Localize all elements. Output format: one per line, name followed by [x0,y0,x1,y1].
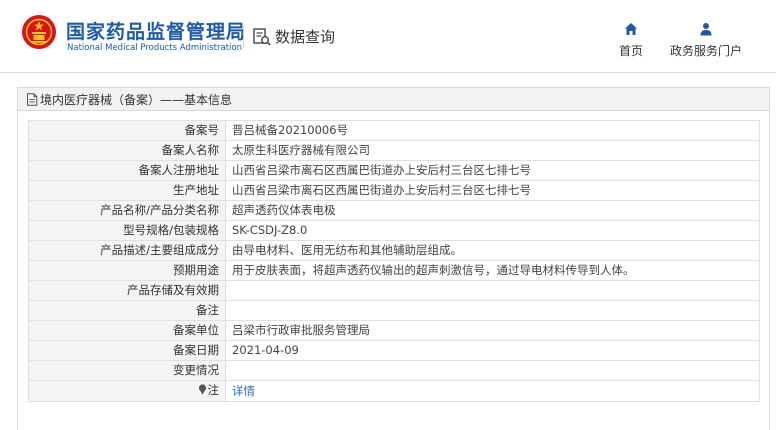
note-label: 注 [207,383,220,397]
detail-link[interactable]: 详情 [232,384,255,398]
field-label: 产品描述/主要组成成分 [28,240,226,261]
pin-icon [198,382,207,401]
user-icon [700,23,712,36]
national-emblem-icon [22,15,56,49]
table-row: 生产地址 山西省吕梁市离石区西属巴街道办上安后村三台区七排七号 [28,180,760,201]
field-value: 超声透药仪体表电极 [225,200,760,221]
note-label-cell: 注 [28,380,226,402]
table-row: 备案单位 吕梁市行政审批服务管理局 [28,320,760,341]
field-value: 2021-04-09 [225,340,760,361]
table-row: 备案人名称 太原生科医疗器械有限公司 [28,140,760,161]
header-divider [243,26,244,48]
field-label: 变更情况 [28,360,226,381]
table-row: 备注 [28,300,760,321]
table-row: 产品名称/产品分类名称 超声透药仪体表电极 [28,200,760,221]
field-value: 山西省吕梁市离石区西属巴街道办上安后村三台区七排七号 [225,160,760,181]
record-table: 备案号 晋吕械备20210006号 备案人名称 太原生科医疗器械有限公司 备案人注册地址… [28,120,760,402]
field-label: 型号规格/包装规格 [28,220,226,241]
document-icon [27,92,38,106]
field-value: 山西省吕梁市离石区西属巴街道办上安后村三台区七排七号 [225,180,760,201]
data-query-title[interactable]: 数据查询 [252,26,335,47]
field-label: 备案单位 [28,320,226,341]
field-label: 备案人注册地址 [28,160,226,181]
field-label: 备注 [28,300,226,321]
nav-service-portal[interactable]: 政务服务门户 [667,20,745,59]
field-value: SK-CSDJ-Z8.0 [225,220,760,241]
table-row: 备案日期 2021-04-09 [28,340,760,361]
table-row: 备案号 晋吕械备20210006号 [28,120,760,141]
field-label: 生产地址 [28,180,226,201]
data-search-icon [253,27,271,46]
panel-title: 境内医疗器械（备案）——基本信息 [18,88,769,111]
field-value [225,280,760,301]
table-row: 备案人注册地址 山西省吕梁市离石区西属巴街道办上安后村三台区七排七号 [28,160,760,181]
field-value [225,300,760,321]
field-label: 预期用途 [28,260,226,281]
brand-name-cn[interactable]: 国家药品监督管理局 [66,17,246,44]
nav-home[interactable]: 首页 [612,20,650,59]
field-label: 备案人名称 [28,140,226,161]
nav-portal-label: 政务服务门户 [669,44,742,58]
data-query-label: 数据查询 [275,28,336,46]
home-icon [625,23,637,35]
field-value: 晋吕械备20210006号 [225,120,760,141]
nav-home-label: 首页 [618,44,643,58]
field-label: 产品名称/产品分类名称 [28,200,226,221]
brand-name-en[interactable]: National Medical Products Administration [67,43,242,53]
table-row-note: 注详情 [28,380,760,402]
field-label: 备案号 [28,120,226,141]
field-value: 太原生科医疗器械有限公司 [225,140,760,161]
table-row: 产品存储及有效期 [28,280,760,301]
field-value: 由导电材料、医用无纺布和其他辅助层组成。 [225,240,760,261]
table-row: 变更情况 [28,360,760,381]
detail-cell: 详情 [225,380,760,402]
field-value: 吕梁市行政审批服务管理局 [225,320,760,341]
field-value [225,360,760,381]
record-panel: 境内医疗器械（备案）——基本信息 备案号 晋吕械备20210006号 备案人名称 太原… [17,87,770,430]
table-row: 型号规格/包装规格 SK-CSDJ-Z8.0 [28,220,760,241]
field-label: 产品存储及有效期 [28,280,226,301]
field-label: 备案日期 [28,340,226,361]
table-row: 预期用途 用于皮肤表面，将超声透药仪输出的超声刺激信号，通过导电材料传导到人体。 [28,260,760,281]
table-row: 产品描述/主要组成成分 由导电材料、医用无纺布和其他辅助层组成。 [28,240,760,261]
panel-title-text: 境内医疗器械（备案）——基本信息 [40,92,233,107]
site-header: 国家药品监督管理局 National Medical Products Admi… [0,0,776,73]
field-value: 用于皮肤表面，将超声透药仪输出的超声刺激信号，通过导电材料传导到人体。 [225,260,760,281]
